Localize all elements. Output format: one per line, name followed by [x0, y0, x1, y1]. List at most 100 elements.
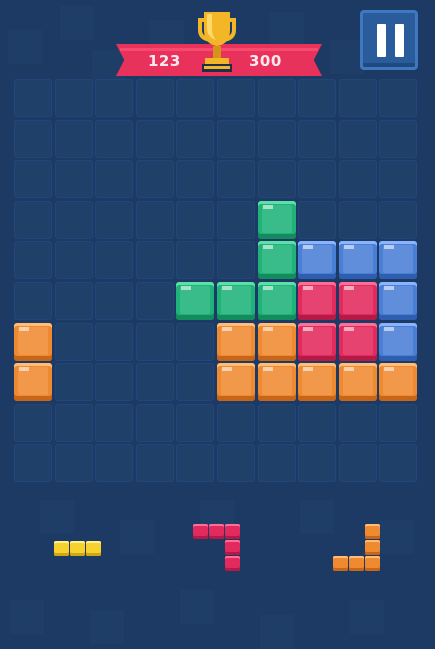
best-score: 300	[249, 52, 282, 70]
board-cell[interactable]	[176, 363, 215, 402]
board-cell[interactable]	[54, 363, 93, 402]
board-cell[interactable]	[95, 79, 134, 117]
board-block-orange	[257, 322, 296, 361]
board-block-green	[176, 282, 215, 320]
board-cell[interactable]	[95, 363, 134, 402]
board-cell[interactable]	[338, 444, 377, 483]
board-cell[interactable]	[54, 241, 93, 280]
board-block-blue	[379, 322, 418, 361]
board-cell[interactable]	[257, 119, 296, 158]
board-cell[interactable]	[54, 160, 93, 199]
board-cell[interactable]	[298, 444, 337, 483]
piece-block	[225, 540, 240, 555]
game-board[interactable]	[14, 79, 420, 485]
piece-block	[365, 556, 380, 571]
board-cell[interactable]	[217, 403, 255, 442]
background-square	[300, 500, 334, 534]
board-cell[interactable]	[217, 79, 255, 117]
board-cell[interactable]	[176, 322, 215, 361]
board-cell[interactable]	[217, 444, 255, 483]
board-cell[interactable]	[135, 363, 174, 402]
background-square	[60, 6, 94, 40]
board-cell[interactable]	[95, 160, 134, 199]
board-cell[interactable]	[135, 241, 174, 280]
board-cell[interactable]	[379, 403, 418, 442]
board-cell[interactable]	[135, 403, 174, 442]
board-cell[interactable]	[14, 200, 52, 239]
board-cell[interactable]	[217, 119, 255, 158]
board-cell[interactable]	[95, 403, 134, 442]
board-cell[interactable]	[176, 444, 215, 483]
board-cell[interactable]	[54, 200, 93, 239]
board-cell[interactable]	[135, 282, 174, 320]
board-cell[interactable]	[298, 160, 337, 199]
board-block-red	[338, 322, 377, 361]
board-cell[interactable]	[95, 282, 134, 320]
board-cell[interactable]	[135, 119, 174, 158]
board-cell[interactable]	[135, 79, 174, 117]
board-cell[interactable]	[298, 200, 337, 239]
board-cell[interactable]	[379, 200, 418, 239]
board-cell[interactable]	[257, 444, 296, 483]
board-cell[interactable]	[176, 79, 215, 117]
board-cell[interactable]	[135, 444, 174, 483]
board-cell[interactable]	[338, 160, 377, 199]
board-cell[interactable]	[176, 241, 215, 280]
board-cell[interactable]	[338, 403, 377, 442]
board-cell[interactable]	[14, 403, 52, 442]
board-cell[interactable]	[338, 119, 377, 158]
board-cell[interactable]	[338, 79, 377, 117]
board-cell[interactable]	[298, 79, 337, 117]
piece-block	[225, 524, 240, 539]
board-cell[interactable]	[14, 160, 52, 199]
board-cell[interactable]	[14, 444, 52, 483]
board-cell[interactable]	[176, 200, 215, 239]
board-cell[interactable]	[14, 119, 52, 158]
board-cell[interactable]	[176, 160, 215, 199]
board-cell[interactable]	[14, 241, 52, 280]
board-block-green	[217, 282, 255, 320]
board-cell[interactable]	[54, 79, 93, 117]
pause-button[interactable]	[360, 10, 418, 70]
board-cell[interactable]	[176, 119, 215, 158]
board-block-orange	[379, 363, 418, 402]
board-cell[interactable]	[257, 79, 296, 117]
board-cell[interactable]	[257, 403, 296, 442]
piece-block	[349, 556, 364, 571]
board-cell[interactable]	[135, 322, 174, 361]
board-cell[interactable]	[135, 200, 174, 239]
board-cell[interactable]	[176, 403, 215, 442]
board-cell[interactable]	[379, 119, 418, 158]
board-cell[interactable]	[14, 79, 52, 117]
board-block-orange	[217, 363, 255, 402]
piece-block	[86, 541, 101, 556]
board-cell[interactable]	[54, 444, 93, 483]
background-square	[120, 520, 154, 554]
board-cell[interactable]	[217, 200, 255, 239]
board-cell[interactable]	[95, 241, 134, 280]
board-cell[interactable]	[217, 241, 255, 280]
board-cell[interactable]	[379, 79, 418, 117]
board-cell[interactable]	[95, 119, 134, 158]
board-cell[interactable]	[379, 160, 418, 199]
background-square	[380, 520, 414, 554]
board-cell[interactable]	[379, 444, 418, 483]
piece-block	[365, 540, 380, 555]
board-cell[interactable]	[135, 160, 174, 199]
board-block-red	[338, 282, 377, 320]
board-block-orange	[14, 322, 52, 361]
board-cell[interactable]	[298, 119, 337, 158]
board-cell[interactable]	[54, 282, 93, 320]
board-cell[interactable]	[298, 403, 337, 442]
board-cell[interactable]	[338, 200, 377, 239]
board-cell[interactable]	[95, 444, 134, 483]
board-cell[interactable]	[217, 160, 255, 199]
board-cell[interactable]	[54, 322, 93, 361]
board-cell[interactable]	[257, 160, 296, 199]
board-block-green	[257, 282, 296, 320]
board-cell[interactable]	[54, 119, 93, 158]
board-cell[interactable]	[54, 403, 93, 442]
board-cell[interactable]	[14, 282, 52, 320]
board-cell[interactable]	[95, 200, 134, 239]
board-cell[interactable]	[95, 322, 134, 361]
